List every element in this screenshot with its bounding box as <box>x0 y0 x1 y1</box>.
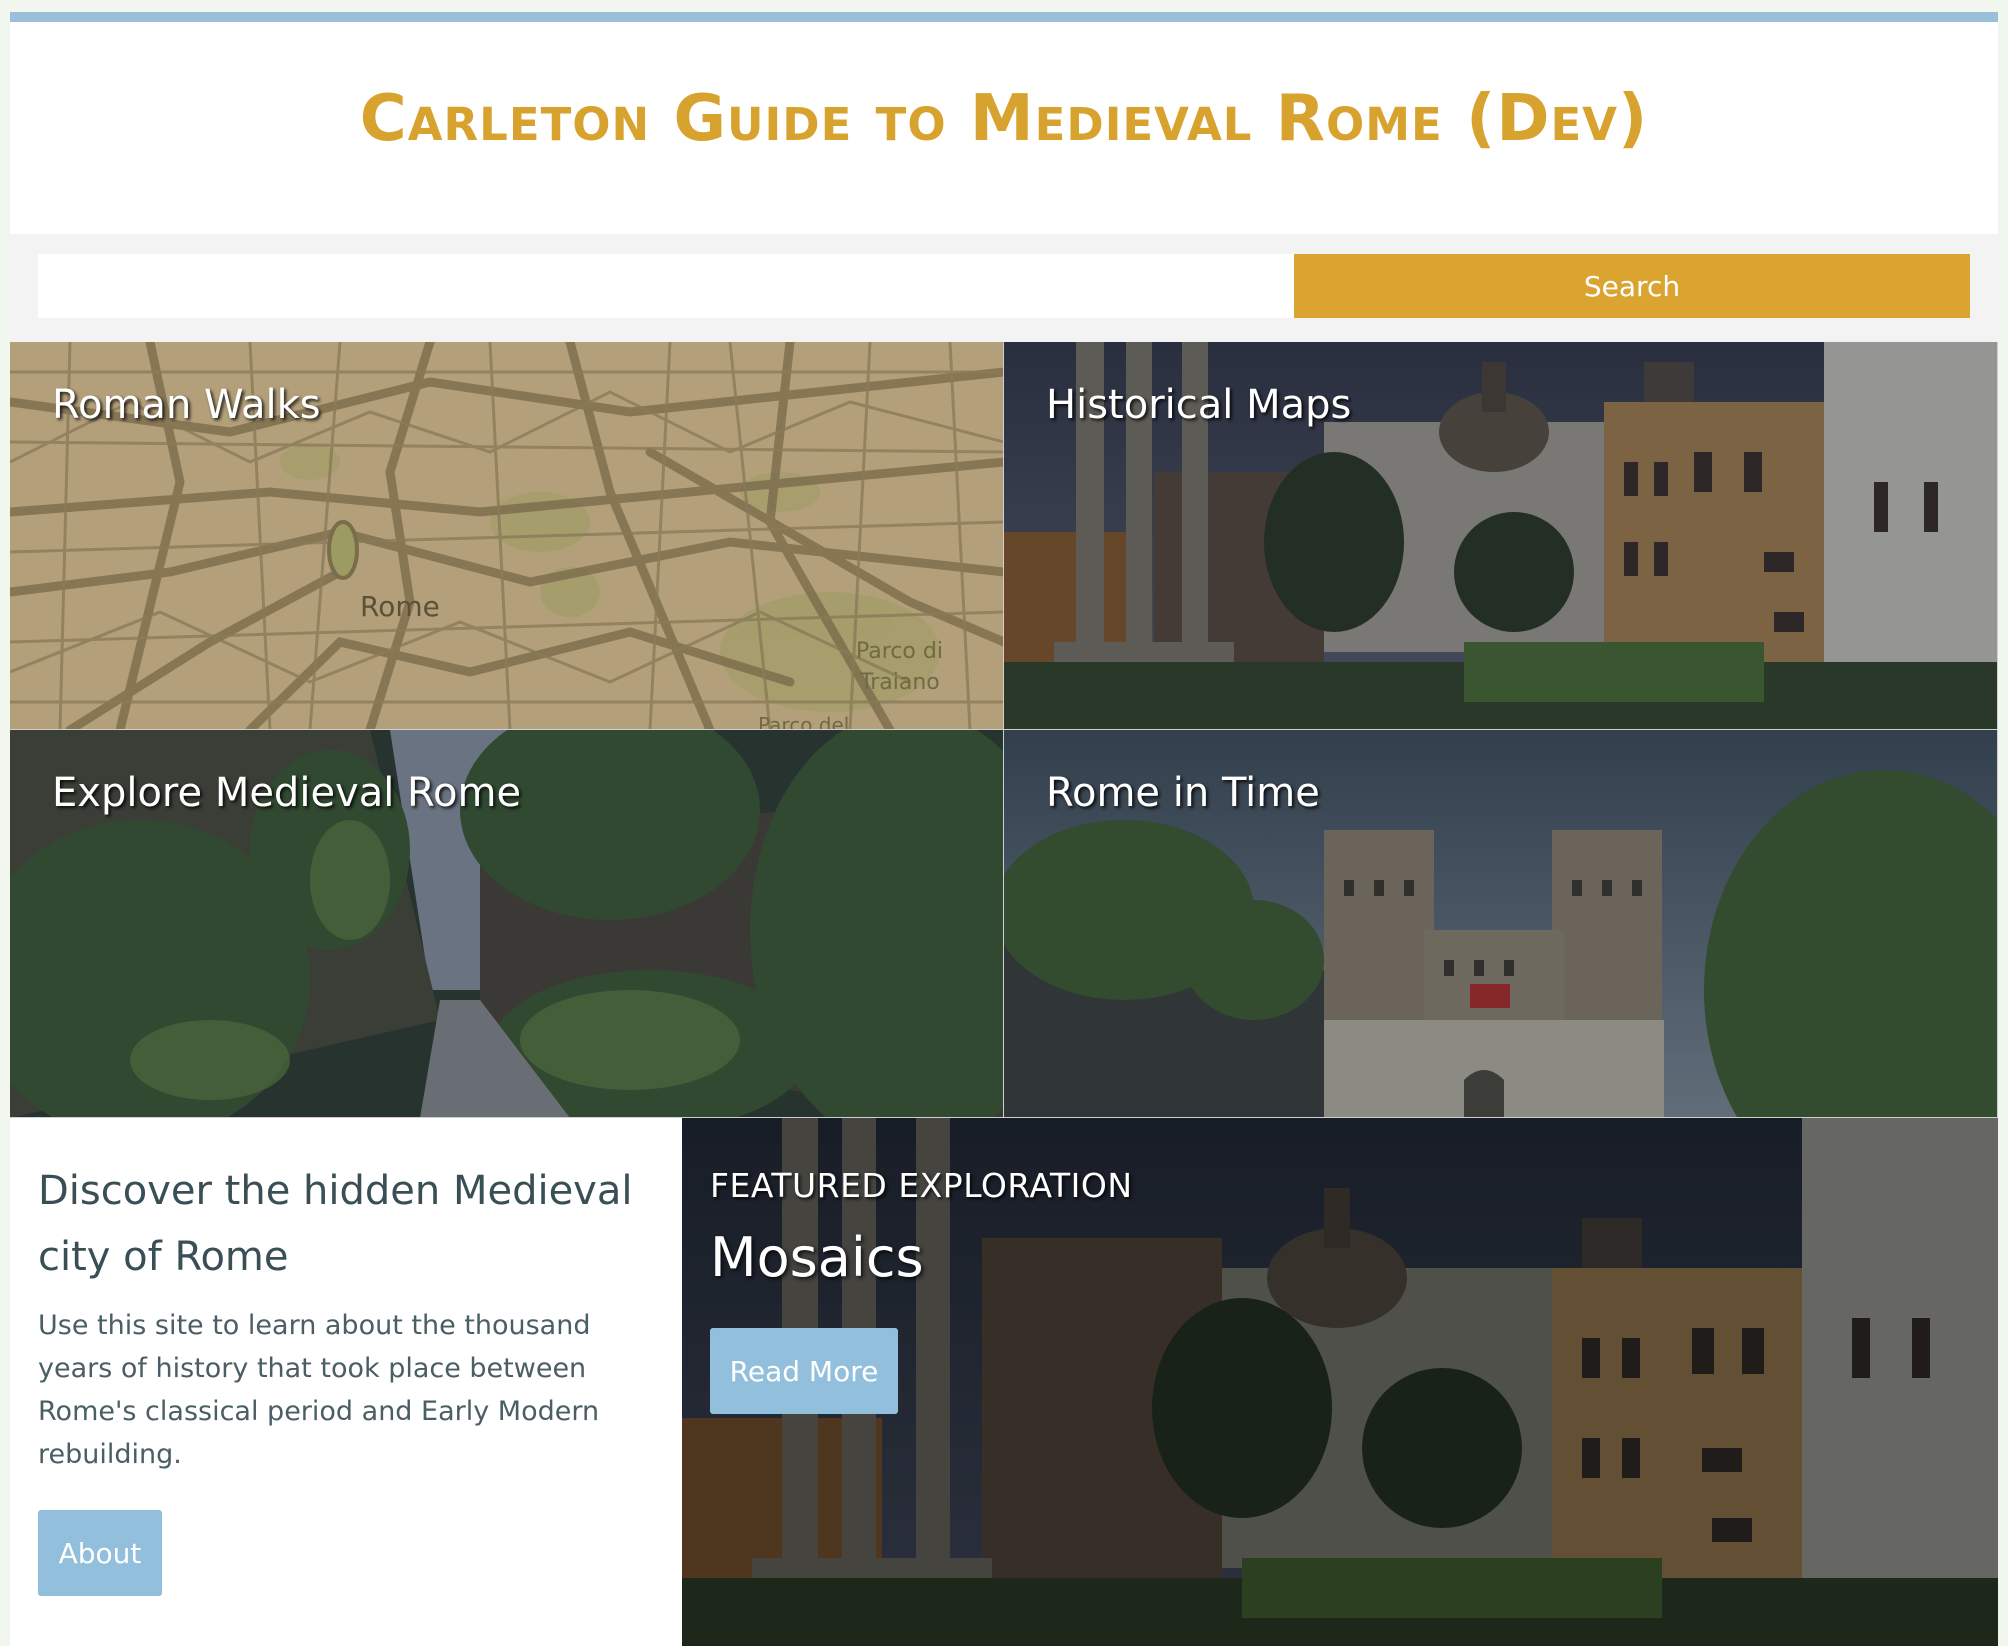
tile-label-roman-walks: Roman Walks <box>52 382 321 428</box>
tile-roman-walks[interactable]: Rome Parco di Traiano Parco del Roman Wa… <box>10 342 1004 730</box>
map-label-parco-del: Parco del <box>758 713 849 730</box>
about-button[interactable]: About <box>38 1510 162 1596</box>
intro-section: Discover the hidden Medieval city of Rom… <box>10 1118 682 1646</box>
tile-historical-maps[interactable]: Historical Maps <box>1004 342 1998 730</box>
search-button[interactable]: Search <box>1294 254 1970 318</box>
tile-label-historical-maps: Historical Maps <box>1046 382 1352 428</box>
site-title[interactable]: Carleton Guide to Medieval Rome (Dev) <box>10 82 1998 156</box>
tile-rome-in-time[interactable]: Rome in Time <box>1004 730 1998 1118</box>
intro-heading: Discover the hidden Medieval city of Rom… <box>38 1168 633 1280</box>
featured-title[interactable]: Mosaics <box>710 1226 924 1289</box>
featured-exploration[interactable]: FEATURED EXPLORATION Mosaics Read More <box>682 1118 1998 1646</box>
page: Carleton Guide to Medieval Rome (Dev) Se… <box>10 12 1998 1646</box>
intro-text: Use this site to learn about the thousan… <box>38 1310 600 1470</box>
map-label-parco-di: Parco di <box>856 639 943 664</box>
tile-label-explore-medieval-rome: Explore Medieval Rome <box>52 770 522 816</box>
search-bar: Search <box>10 234 1998 342</box>
top-accent-bar <box>10 12 1998 22</box>
map-label-traiano: Traiano <box>859 670 940 695</box>
map-label-rome: Rome <box>360 590 440 623</box>
search-input[interactable] <box>38 254 1294 318</box>
tile-label-rome-in-time: Rome in Time <box>1046 770 1320 816</box>
tile-explore-medieval-rome[interactable]: Explore Medieval Rome <box>10 730 1004 1118</box>
featured-kicker: FEATURED EXPLORATION <box>710 1166 1133 1205</box>
read-more-button[interactable]: Read More <box>710 1328 898 1414</box>
